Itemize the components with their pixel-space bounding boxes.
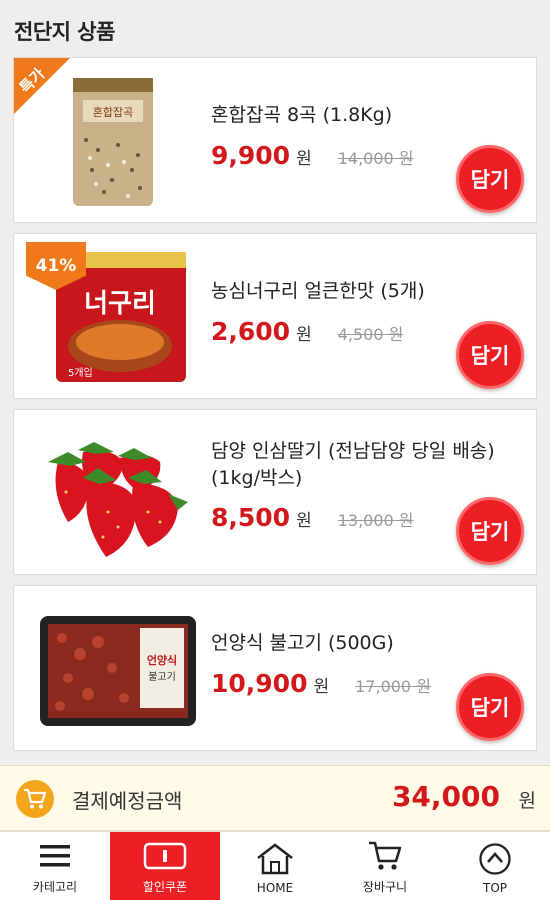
product-price: 2,600 [211,316,291,346]
original-price: 14,000 원 [337,148,414,168]
product-price: 9,900 [211,140,291,170]
nav-label: 장바구니 [362,880,408,894]
cart-icon [16,780,54,818]
price-unit: 원 [296,148,312,169]
nav-top[interactable]: TOP [440,832,550,900]
svg-text:5개입: 5개입 [68,366,93,379]
nav-home[interactable]: HOME [220,832,330,900]
nav-label: HOME [256,881,294,895]
add-to-cart-button[interactable]: 담기 [456,673,524,741]
bottom-nav: 카테고리 할인쿠폰 HOME 장바구니 TOP [0,831,550,900]
product-name[interactable]: 농심너구리 얼큰한맛 (5개) [211,278,511,305]
menu-icon [38,838,72,874]
price-unit: 원 [296,511,312,532]
nav-label: 카테고리 [32,880,78,894]
add-to-cart-button[interactable]: 담기 [456,497,524,565]
summary-label: 결제예정금액 [72,789,183,813]
coupon-icon [143,838,187,874]
add-to-cart-button[interactable]: 담기 [456,321,524,389]
svg-text:혼합잡곡: 혼합잡곡 [93,106,133,119]
add-to-cart-button[interactable]: 담기 [456,145,524,213]
product-card[interactable]: 혼합잡곡 특가 혼합잡곡 8곡 (1.8Kg) 9,900 원 14,000 원… [13,57,537,223]
summary-amount: 34,000 [391,780,500,813]
product-price: 10,900 [211,668,308,698]
product-card[interactable]: 담양 인삼딸기 (전남담양 당일 배송) (1kg/박스) 8,500 원 13… [13,409,537,575]
nav-cart[interactable]: 장바구니 [330,832,440,900]
original-price: 13,000 원 [337,511,414,531]
product-image-strawberry [48,442,188,557]
product-name[interactable]: 혼합잡곡 8곡 (1.8Kg) [211,102,511,129]
section-title: 전단지 상품 [14,20,115,44]
summary-unit: 원 [518,790,536,812]
product-name[interactable]: 담양 인삼딸기 (전남담양 당일 배송) (1kg/박스) [211,438,511,491]
nav-category[interactable]: 카테고리 [0,832,110,900]
svg-text:너구리: 너구리 [84,289,156,319]
price-unit: 원 [296,324,312,345]
product-image-bulgogi: 언양식 불고기 [40,616,196,726]
nav-label: 할인쿠폰 [142,880,188,894]
svg-text:언양식: 언양식 [147,653,177,667]
cart-icon [367,838,403,874]
top-arrow-icon [478,841,512,877]
product-card[interactable]: 언양식 불고기 언양식 불고기 (500G) 10,900 원 17,000 원… [13,585,537,751]
product-price: 8,500 [211,503,291,533]
original-price: 4,500 원 [337,324,404,344]
price-unit: 원 [313,676,330,697]
nav-coupon[interactable]: 할인쿠폰 [110,832,220,900]
original-price: 17,000 원 [355,676,431,696]
product-name[interactable]: 언양식 불고기 (500G) [211,630,511,657]
product-card[interactable]: 너구리 5개입 41% 농심너구리 얼큰한맛 (5개) 2,600 원 4,50… [13,233,537,399]
nav-label: TOP [482,881,507,895]
payment-summary-bar: 결제예정금액 34,000 원 [0,765,550,831]
home-icon [255,841,295,877]
svg-text:불고기: 불고기 [148,671,176,683]
